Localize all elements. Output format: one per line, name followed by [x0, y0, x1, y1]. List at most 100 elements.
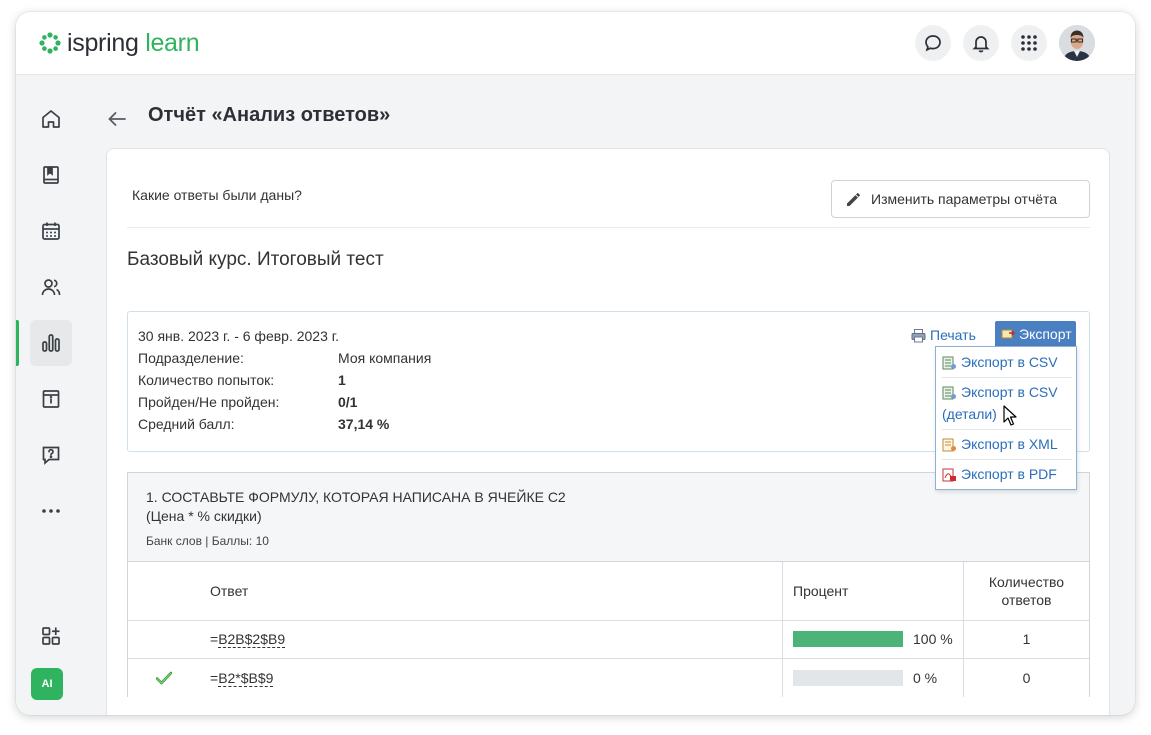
sidebar-item-add-widget[interactable] [30, 613, 72, 659]
sidebar-item-home[interactable] [30, 96, 72, 142]
question-meta: Банк слов | Баллы: 10 [146, 534, 269, 548]
calendar-icon [42, 222, 60, 240]
logo[interactable]: ispring learn [38, 28, 200, 58]
page-title: Отчёт «Анализ ответов» [148, 104, 391, 126]
test-title: Базовый курс. Итоговый тест [127, 249, 384, 270]
export-button[interactable]: Экспорт [995, 321, 1076, 347]
answer-formula: B2*$B$9 [218, 669, 274, 687]
xml-icon [942, 438, 956, 452]
answer-prefix: = [210, 631, 219, 647]
notifications-button[interactable] [963, 25, 999, 61]
reports-icon [42, 334, 60, 352]
answers-table: Ответ Процент Количество ответов = B2B$2$… [128, 561, 1089, 697]
percent-value: 0 % [913, 670, 938, 686]
sidebar-item-more[interactable] [30, 488, 72, 534]
top-bar: ispring learn [16, 12, 1135, 75]
pencil-icon [847, 193, 860, 206]
percent-bar-fill [793, 631, 903, 647]
ai-assistant-button[interactable]: AI [31, 668, 63, 700]
answer-formula: B2B$2$B9 [218, 630, 286, 648]
export-csv-details-item[interactable]: Экспорт в CSV (детали) [942, 381, 1058, 425]
sidebar-item-help[interactable] [30, 432, 72, 478]
column-divider [782, 562, 783, 697]
printer-icon [911, 328, 926, 342]
column-header-count: Количество ответов [964, 562, 1089, 620]
apps-grid-icon [1021, 35, 1037, 51]
export-xml-label: Экспорт в XML [961, 436, 1058, 452]
home-icon [42, 110, 60, 128]
report-period: 30 янв. 2023 г. - 6 февр. 2023 г. [138, 328, 340, 344]
csv-icon [942, 386, 956, 400]
csv-icon [942, 356, 956, 370]
export-pdf-label: Экспорт в PDF [961, 466, 1057, 482]
active-indicator [16, 320, 19, 366]
sidebar-item-reports[interactable] [30, 320, 72, 366]
export-csv-label: Экспорт в CSV [961, 354, 1058, 370]
menu-separator [942, 429, 1072, 430]
edit-report-params-label: Изменить параметры отчёта [871, 191, 1058, 207]
print-label: Печать [930, 327, 976, 343]
export-csv-details-label2: (детали) [942, 406, 997, 422]
report-question: Какие ответы были даны? [132, 187, 302, 203]
export-pdf-item[interactable]: Экспорт в PDF [942, 463, 1057, 485]
sidebar: AI [16, 75, 88, 715]
question-title-line1: 1. СОСТАВЬТЕ ФОРМУЛУ, КОТОРАЯ НАПИСАНА В… [146, 489, 566, 505]
question-block: 1. СОСТАВЬТЕ ФОРМУЛУ, КОТОРАЯ НАПИСАНА В… [127, 472, 1090, 697]
summary-value: 37,14 % [338, 416, 390, 432]
column-header-count-line2: ответов [1001, 592, 1052, 608]
export-icon [1001, 329, 1015, 339]
export-label: Экспорт [1019, 326, 1072, 342]
percent-bar [793, 631, 903, 647]
mouse-cursor-icon [1003, 405, 1017, 426]
avatar-image [1059, 25, 1095, 61]
sidebar-item-calendar[interactable] [30, 208, 72, 254]
book-icon [43, 166, 59, 184]
edit-report-params-button[interactable]: Изменить параметры отчёта [831, 180, 1090, 218]
summary-label: Подразделение: [138, 350, 244, 366]
question-title-line2: (Цена * % скидки) [146, 508, 262, 524]
sidebar-item-courses[interactable] [30, 152, 72, 198]
column-header-percent: Процент [793, 583, 849, 599]
users-icon [41, 279, 61, 296]
pdf-icon [942, 468, 956, 482]
sidebar-item-users[interactable] [30, 264, 72, 310]
logo-icon [39, 32, 61, 54]
summary-value: 0/1 [338, 394, 358, 410]
menu-separator [942, 377, 1072, 378]
chat-button[interactable] [915, 25, 951, 61]
apps-button[interactable] [1011, 25, 1047, 61]
summary-label: Количество попыток: [138, 372, 275, 388]
menu-separator [942, 459, 1072, 460]
correct-check [156, 659, 172, 697]
user-avatar[interactable] [1059, 25, 1095, 61]
back-button[interactable] [106, 108, 128, 130]
question-title: 1. СОСТАВЬТЕ ФОРМУЛУ, КОТОРАЯ НАПИСАНА В… [146, 488, 566, 526]
export-csv-details-label: Экспорт в CSV [961, 384, 1058, 400]
divider [127, 227, 1090, 228]
export-csv-item[interactable]: Экспорт в CSV [942, 351, 1058, 373]
column-header-answer: Ответ [210, 583, 249, 599]
answer-text: = B2B$2$B9 [210, 620, 286, 658]
summary-value: Моя компания [338, 350, 432, 366]
bell-icon [972, 36, 990, 53]
column-header-count-line1: Количество [988, 574, 1065, 590]
sidebar-item-pages[interactable] [30, 376, 72, 422]
chat-icon [925, 35, 941, 52]
answer-prefix: = [210, 670, 219, 686]
check-icon [156, 671, 172, 685]
info-page-icon [42, 390, 60, 408]
answer-text: = B2*$B$9 [210, 659, 274, 697]
percent-bar [793, 670, 903, 686]
summary-value: 1 [338, 372, 346, 388]
export-xml-item[interactable]: Экспорт в XML [942, 433, 1058, 455]
print-link[interactable]: Печать [911, 327, 976, 343]
summary-label: Пройден/Не пройден: [138, 394, 280, 410]
question-chat-icon [42, 446, 60, 465]
logo-text: ispring learn [67, 29, 200, 57]
percent-value: 100 % [913, 631, 953, 647]
add-widget-icon [42, 627, 60, 645]
more-icon [42, 509, 60, 513]
summary-label: Средний балл: [138, 416, 235, 432]
arrow-left-icon [108, 112, 126, 126]
answer-count: 0 [1022, 670, 1031, 686]
